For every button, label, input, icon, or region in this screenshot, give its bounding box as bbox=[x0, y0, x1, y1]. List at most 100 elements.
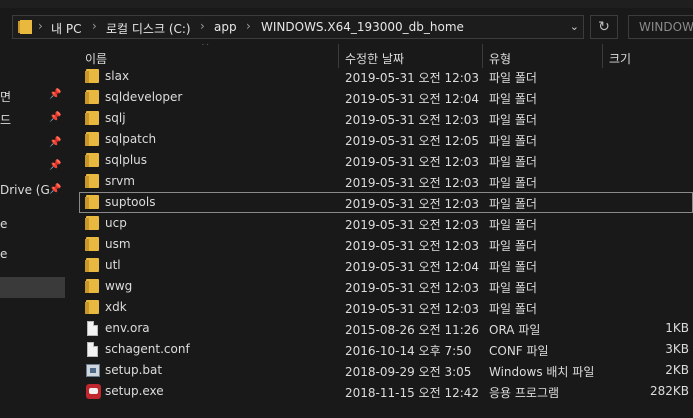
file-type: 파일 폴더 bbox=[489, 134, 537, 148]
pin-icon: 📌 bbox=[49, 112, 62, 123]
file-row[interactable]: sqldeveloper 2019-05-31 오전 12:04 파일 폴더 bbox=[79, 87, 693, 108]
navigation-pane: 면 📌 드 📌 📌 📌 Drive (G 📌 e e bbox=[0, 44, 65, 418]
file-row[interactable]: utl 2019-05-31 오전 12:04 파일 폴더 bbox=[79, 255, 693, 276]
nav-item[interactable]: 드 📌 bbox=[0, 109, 65, 130]
address-field[interactable]: ⌄ › 내 PC › 로컬 디스크 (C:) › app › WINDOWS.X64_1930… bbox=[12, 15, 584, 39]
file-row[interactable]: slax 2019-05-31 오전 12:03 파일 폴더 bbox=[79, 66, 693, 87]
folder-icon bbox=[85, 69, 101, 84]
nav-item[interactable] bbox=[0, 277, 65, 298]
pin-icon: 📌 bbox=[49, 89, 62, 100]
file-name: xdk bbox=[105, 300, 127, 314]
file-date: 2019-05-31 오전 12:03 bbox=[345, 197, 480, 211]
file-row[interactable]: xdk 2019-05-31 오전 12:03 파일 폴더 bbox=[79, 297, 693, 318]
folder-icon bbox=[18, 20, 32, 34]
file-row[interactable]: env.ora 2015-08-26 오전 11:26 ORA 파일 1KB bbox=[79, 318, 693, 339]
nav-item[interactable]: e bbox=[0, 245, 65, 266]
file-name: sqlplus bbox=[105, 153, 148, 167]
file-row[interactable]: sqlj 2019-05-31 오전 12:03 파일 폴더 bbox=[79, 108, 693, 129]
file-date: 2019-05-31 오전 12:03 bbox=[345, 239, 480, 253]
file-name: wwg bbox=[105, 279, 133, 293]
column-name-label: 이름 bbox=[85, 52, 108, 66]
file-row[interactable]: setup.exe 2018-11-15 오전 12:42 응용 프로그램 282KB bbox=[79, 381, 693, 402]
document-icon bbox=[85, 321, 101, 336]
column-type[interactable]: 유형 bbox=[482, 44, 602, 68]
folder-icon bbox=[85, 90, 101, 105]
folder-icon bbox=[85, 174, 101, 189]
nav-item[interactable]: 📌 bbox=[0, 157, 65, 178]
file-row[interactable]: schagent.conf 2016-10-14 오후 7:50 CONF 파일 3K… bbox=[79, 339, 693, 360]
nav-item-label: e bbox=[0, 217, 8, 231]
file-row[interactable]: setup.bat 2018-09-29 오전 3:05 Windows 배치 파일… bbox=[79, 360, 693, 381]
file-type: 파일 폴더 bbox=[489, 113, 537, 127]
refresh-button[interactable]: ↻ bbox=[590, 15, 618, 39]
column-date-label: 수정한 날짜 bbox=[345, 52, 405, 66]
breadcrumb-item[interactable]: app bbox=[214, 20, 237, 34]
nav-item[interactable]: 📌 bbox=[0, 134, 65, 155]
file-date: 2019-05-31 오전 12:04 bbox=[345, 260, 480, 274]
file-type: 파일 폴더 bbox=[489, 197, 537, 211]
file-date: 2019-05-31 오전 12:04 bbox=[345, 92, 480, 106]
file-name: sqlj bbox=[105, 111, 126, 125]
file-name: setup.bat bbox=[105, 363, 163, 377]
column-header: 이름 ^ 수정한 날짜 유형 크기 bbox=[65, 44, 693, 68]
ribbon-strip bbox=[0, 0, 693, 8]
breadcrumb-chevron-icon[interactable]: › bbox=[200, 19, 205, 33]
breadcrumb-chevron-icon[interactable]: › bbox=[92, 19, 97, 33]
file-list: 이름 ^ 수정한 날짜 유형 크기 slax 2019-05-31 오전 12:0… bbox=[65, 44, 693, 418]
file-type: 파일 폴더 bbox=[489, 239, 537, 253]
file-size: 2KB bbox=[665, 363, 689, 377]
nav-item[interactable]: 면 📌 bbox=[0, 86, 65, 107]
file-type: 파일 폴더 bbox=[489, 302, 537, 316]
pin-icon: 📌 bbox=[49, 137, 62, 148]
pin-icon: 📌 bbox=[49, 184, 62, 195]
file-size: 3KB bbox=[665, 342, 689, 356]
file-size: 282KB bbox=[649, 384, 689, 398]
breadcrumb-chevron-icon[interactable]: › bbox=[38, 19, 43, 33]
breadcrumb-chevron-icon[interactable]: › bbox=[246, 19, 251, 33]
file-row[interactable]: usm 2019-05-31 오전 12:03 파일 폴더 bbox=[79, 234, 693, 255]
folder-icon bbox=[85, 111, 101, 126]
file-type: 파일 폴더 bbox=[489, 176, 537, 190]
breadcrumb-item[interactable]: WINDOWS.X64_193000_db_home bbox=[261, 20, 464, 34]
file-type: CONF 파일 bbox=[489, 344, 549, 358]
file-row[interactable]: ucp 2019-05-31 오전 12:03 파일 폴더 bbox=[79, 213, 693, 234]
file-type: 파일 폴더 bbox=[489, 71, 537, 85]
file-date: 2019-05-31 오전 12:03 bbox=[345, 71, 480, 85]
file-row[interactable]: sqlplus 2019-05-31 오전 12:03 파일 폴더 bbox=[79, 150, 693, 171]
file-date: 2018-09-29 오전 3:05 bbox=[345, 365, 472, 379]
file-date: 2019-05-31 오전 12:03 bbox=[345, 176, 480, 190]
file-type: Windows 배치 파일 bbox=[489, 365, 595, 379]
file-date: 2018-11-15 오전 12:42 bbox=[345, 386, 480, 400]
column-date[interactable]: 수정한 날짜 bbox=[338, 44, 482, 68]
file-row[interactable]: sqlpatch 2019-05-31 오전 12:05 파일 폴더 bbox=[79, 129, 693, 150]
folder-icon bbox=[85, 216, 101, 231]
nav-item-label: Drive (G bbox=[0, 183, 50, 197]
file-row[interactable]: suptools 2019-05-31 오전 12:03 파일 폴더 bbox=[79, 192, 693, 213]
column-size[interactable]: 크기 bbox=[602, 44, 693, 68]
file-name: utl bbox=[105, 258, 121, 272]
oracle-setup-icon bbox=[85, 384, 101, 399]
file-date: 2019-05-31 오전 12:03 bbox=[345, 113, 480, 127]
column-type-label: 유형 bbox=[489, 52, 512, 66]
file-type: 파일 폴더 bbox=[489, 260, 537, 274]
breadcrumb-item[interactable]: 내 PC bbox=[51, 20, 81, 37]
folder-icon bbox=[85, 237, 101, 252]
folder-icon bbox=[85, 132, 101, 147]
file-row[interactable]: srvm 2019-05-31 오전 12:03 파일 폴더 bbox=[79, 171, 693, 192]
nav-item[interactable]: e bbox=[0, 215, 65, 236]
pin-icon: 📌 bbox=[49, 160, 62, 171]
address-dropdown-icon[interactable]: ⌄ bbox=[570, 20, 579, 33]
file-date: 2016-10-14 오후 7:50 bbox=[345, 344, 472, 358]
search-input[interactable]: WINDOW bbox=[628, 15, 693, 39]
file-date: 2019-05-31 오전 12:03 bbox=[345, 281, 480, 295]
breadcrumb-item[interactable]: 로컬 디스크 (C:) bbox=[106, 20, 191, 37]
nav-item-label: 면 bbox=[0, 90, 12, 104]
file-size: 1KB bbox=[665, 321, 689, 335]
file-row[interactable]: wwg 2019-05-31 오전 12:03 파일 폴더 bbox=[79, 276, 693, 297]
file-date: 2015-08-26 오전 11:26 bbox=[345, 323, 480, 337]
file-name: env.ora bbox=[105, 321, 150, 335]
file-date: 2019-05-31 오전 12:05 bbox=[345, 134, 480, 148]
nav-item[interactable]: Drive (G 📌 bbox=[0, 181, 65, 202]
folder-icon bbox=[85, 279, 101, 294]
file-type: 파일 폴더 bbox=[489, 155, 537, 169]
